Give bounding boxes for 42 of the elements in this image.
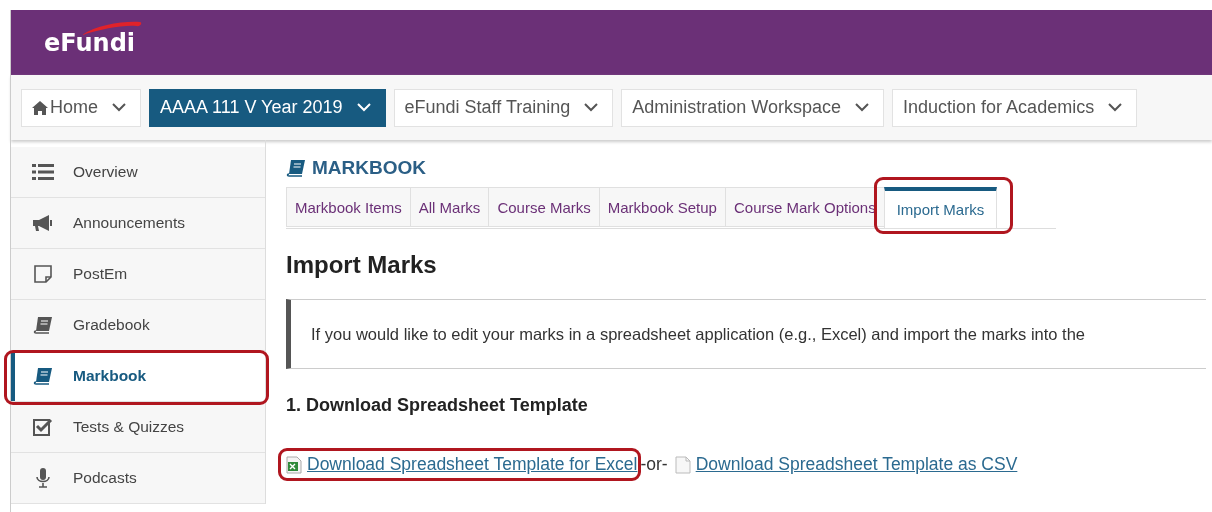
site-dropdown[interactable]: Home	[21, 88, 141, 127]
tool-title: MARKBOOK	[312, 157, 426, 179]
section-heading: 1. Download Spreadsheet Template	[286, 395, 589, 416]
site-dropdown[interactable]: eFundi Staff Training	[393, 88, 614, 127]
chevron-down-icon	[112, 103, 126, 112]
logo[interactable]: eFundi	[44, 22, 136, 57]
tab[interactable]: Course Mark Options	[724, 187, 884, 227]
home-icon	[32, 100, 48, 115]
tab[interactable]: Import Marks	[883, 187, 998, 229]
tab[interactable]: Markbook Items	[286, 187, 410, 227]
chevron-down-icon	[356, 103, 371, 112]
sidebar-item[interactable]: Gradebook	[11, 300, 265, 351]
chevron-down-icon	[584, 103, 599, 112]
tab[interactable]: All Marks	[409, 187, 489, 227]
sidebar-item[interactable]: Podcasts	[11, 453, 265, 504]
list-icon	[32, 163, 54, 181]
note-icon	[34, 265, 52, 283]
download-link[interactable]: Download Spreadsheet Template for Excel	[307, 454, 638, 475]
book-icon	[33, 316, 53, 334]
sidebar-item[interactable]: Tests & Quizzes	[11, 402, 265, 453]
info-box: If you would like to edit your marks in a spreadsheet application (e.g., Excel) and import the marks into the	[286, 299, 1206, 369]
spreadsheet-file-icon	[286, 455, 302, 474]
megaphone-icon	[32, 214, 54, 232]
checkbox-icon	[33, 418, 53, 436]
book-icon	[286, 159, 306, 177]
sidebar-item[interactable]: Markbook	[11, 351, 265, 402]
tab[interactable]: Course Marks	[488, 187, 599, 227]
file-icon	[674, 455, 691, 474]
download-link[interactable]: Download Spreadsheet Template as CSV	[695, 454, 1018, 475]
site-dropdown[interactable]: Induction for Academics	[892, 88, 1138, 127]
separator-text: -or-	[640, 454, 668, 475]
page-heading: Import Marks	[286, 251, 438, 279]
chevron-down-icon	[855, 103, 870, 112]
sidebar-item[interactable]: Announcements	[11, 198, 265, 249]
chevron-down-icon	[1108, 103, 1123, 112]
book-icon	[33, 367, 53, 385]
microphone-icon	[35, 468, 51, 488]
site-dropdown[interactable]: AAAA 111 V Year 2019	[149, 88, 386, 127]
sidebar-item[interactable]: PostEm	[11, 249, 265, 300]
site-dropdown[interactable]: Administration Workspace	[621, 88, 885, 127]
sidebar-item[interactable]: Overview	[11, 147, 265, 198]
tab[interactable]: Markbook Setup	[598, 187, 725, 227]
